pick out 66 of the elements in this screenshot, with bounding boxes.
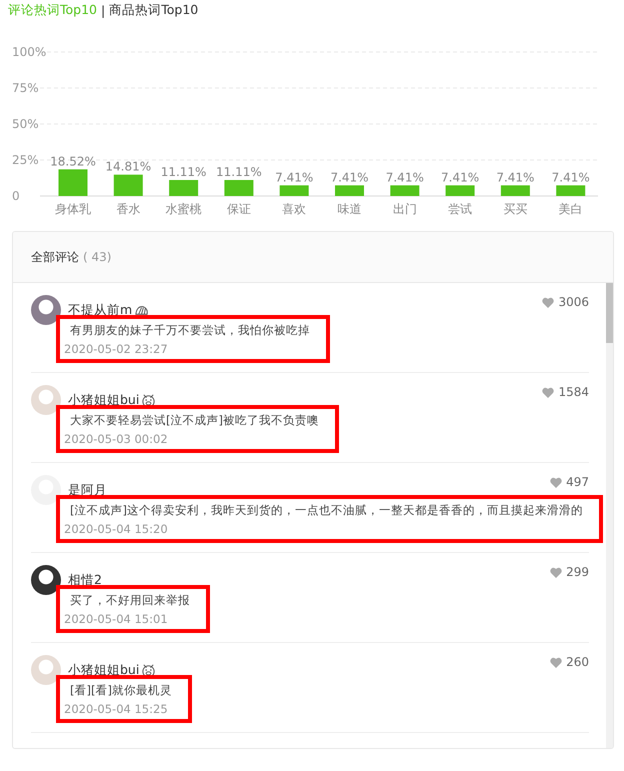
category-label: 喜欢 — [282, 202, 306, 216]
axis-label: 100% — [12, 45, 46, 59]
bar — [390, 185, 420, 196]
comment-text: [泣不成声]这个得卖安利，我昨天到货的，一点也不油腻，一整天都是香香的，而且摸起来滑滑的 — [69, 503, 583, 518]
value-label: 7.41% — [386, 170, 424, 184]
value-label: 11.11% — [160, 165, 206, 179]
tab-separator: | — [101, 2, 106, 18]
comment-count: ( 43) — [83, 250, 112, 264]
category-label: 出门 — [392, 202, 417, 216]
comment-text: 买了，不好用回来举报 — [69, 593, 190, 608]
value-label: 7.41% — [275, 170, 314, 184]
axis-label: 50% — [12, 117, 39, 131]
like-count: 299 — [566, 565, 589, 579]
heart-icon[interactable] — [542, 386, 554, 398]
value-label: 7.41% — [330, 170, 369, 184]
value-label: 7.41% — [441, 170, 480, 184]
bar — [280, 185, 309, 196]
comment-date: 2020-05-04 15:25 — [64, 702, 169, 716]
username[interactable]: 小猪姐姐bui — [68, 662, 140, 678]
bar — [335, 185, 364, 196]
scrollbar-track[interactable] — [606, 283, 613, 748]
value-label: 7.41% — [496, 170, 534, 184]
bar — [500, 185, 530, 196]
comment-text: 大家不要轻易尝试[泣不成声]被吃了我不负责噢 — [69, 413, 319, 428]
category-label: 水蜜桃 — [166, 202, 202, 216]
like-count: 3006 — [558, 295, 589, 309]
username[interactable]: 小猪姐姐bui — [68, 392, 140, 408]
card-title: 全部评论 — [31, 248, 79, 266]
like-count: 497 — [566, 475, 589, 489]
like-count: 1584 — [558, 385, 589, 399]
pig-face-icon — [141, 392, 156, 408]
category-label: 身体乳 — [55, 202, 91, 216]
comment-date: 2020-05-03 00:02 — [64, 432, 169, 446]
comment-text: 有男朋友的妹子千万不要尝试，我怕你被吃掉 — [69, 323, 310, 338]
bar — [58, 169, 88, 196]
pig-face-icon — [141, 662, 156, 678]
bar — [446, 185, 475, 196]
category-label: 美白 — [558, 202, 583, 216]
heart-icon[interactable] — [550, 476, 562, 488]
bar — [169, 180, 198, 196]
category-label: 尝试 — [448, 202, 472, 216]
category-label: 香水 — [116, 202, 140, 216]
comment-date: 2020-05-04 15:20 — [64, 522, 169, 536]
comment-text: [看][看]就你最机灵 — [69, 683, 172, 698]
axis-label: 25% — [12, 153, 39, 167]
category-label: 保证 — [226, 202, 251, 216]
axis-label: 75% — [12, 81, 39, 95]
bar — [556, 185, 586, 196]
axis-label: 0 — [12, 189, 20, 203]
comment-date: 2020-05-02 23:27 — [64, 342, 169, 356]
value-label: 7.41% — [552, 170, 590, 184]
heart-icon[interactable] — [550, 656, 562, 668]
value-label: 18.52% — [50, 154, 96, 168]
category-label: 买买 — [503, 202, 528, 216]
value-label: 11.11% — [216, 165, 262, 179]
username[interactable]: 相惜2 — [68, 572, 102, 588]
category-label: 味道 — [338, 202, 362, 216]
tab[interactable]: 商品热词Top10 — [109, 2, 198, 18]
bar — [114, 174, 143, 196]
value-label: 14.81% — [105, 160, 152, 174]
heart-icon[interactable] — [550, 566, 562, 578]
bar — [224, 180, 254, 196]
heart-icon[interactable] — [542, 296, 554, 308]
avatar[interactable] — [31, 565, 61, 595]
comment-date: 2020-05-04 15:01 — [64, 612, 169, 626]
like-count: 260 — [566, 655, 589, 669]
